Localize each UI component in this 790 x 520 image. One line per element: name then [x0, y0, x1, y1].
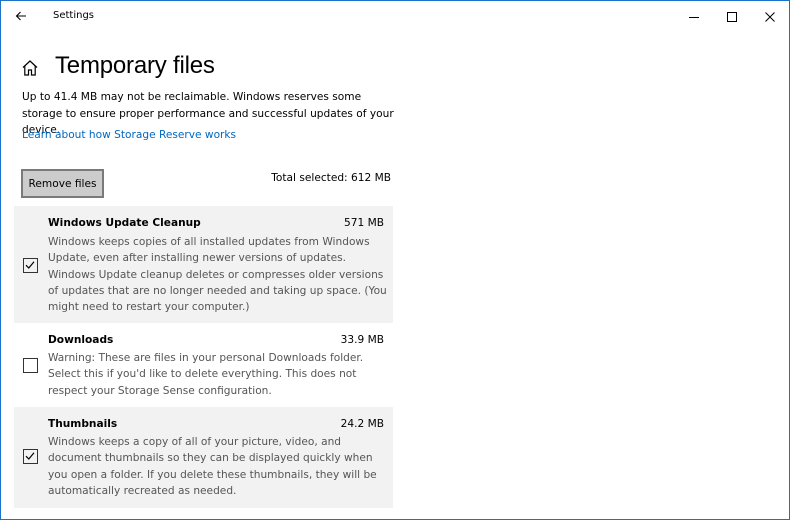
minimize-icon — [689, 16, 699, 18]
item-size: 24.2 MB — [340, 418, 384, 430]
maximize-button[interactable] — [713, 1, 751, 32]
list-item-thumbnails[interactable]: Thumbnails 24.2 MB Windows keeps a copy … — [14, 407, 393, 508]
back-button[interactable] — [9, 5, 33, 27]
page-title: Temporary files — [55, 52, 215, 79]
back-arrow-icon — [15, 11, 26, 21]
title-bar: Settings — [1, 1, 789, 32]
item-description: Windows keeps a copy of all of your pict… — [48, 436, 377, 497]
total-selected-label: Total selected: 612 MB — [271, 172, 391, 184]
item-size: 33.9 MB — [340, 334, 384, 346]
windows-update-cleanup-checkbox[interactable] — [23, 258, 38, 273]
item-name: Downloads — [48, 334, 114, 346]
item-name: Windows Update Cleanup — [48, 217, 201, 229]
item-description: Warning: These are files in your persona… — [48, 352, 364, 397]
page-header: Temporary files — [21, 52, 215, 80]
maximize-icon — [727, 11, 737, 22]
item-name: Thumbnails — [48, 418, 118, 430]
window-title: Settings — [53, 10, 95, 21]
list-item-downloads[interactable]: Downloads 33.9 MB Warning: These are fil… — [14, 323, 393, 407]
downloads-checkbox[interactable] — [23, 358, 38, 373]
remove-files-button[interactable]: Remove files — [21, 169, 104, 198]
checkmark-icon — [25, 452, 35, 460]
thumbnails-checkbox[interactable] — [23, 449, 38, 464]
storage-reserve-link[interactable]: Learn about how Storage Reserve works — [22, 129, 236, 141]
close-icon — [765, 11, 775, 22]
item-description: Windows keeps copies of all installed up… — [48, 236, 387, 314]
home-icon[interactable] — [21, 59, 39, 77]
close-button[interactable] — [751, 1, 789, 32]
window-controls — [675, 1, 789, 32]
checkmark-icon — [25, 261, 35, 269]
settings-window: Settings Temporary files Up to 41.4 MB m… — [0, 0, 790, 520]
item-size: 571 MB — [344, 217, 384, 229]
list-item-windows-update-cleanup[interactable]: Windows Update Cleanup 571 MB Windows ke… — [14, 206, 393, 323]
minimize-button[interactable] — [675, 1, 713, 32]
